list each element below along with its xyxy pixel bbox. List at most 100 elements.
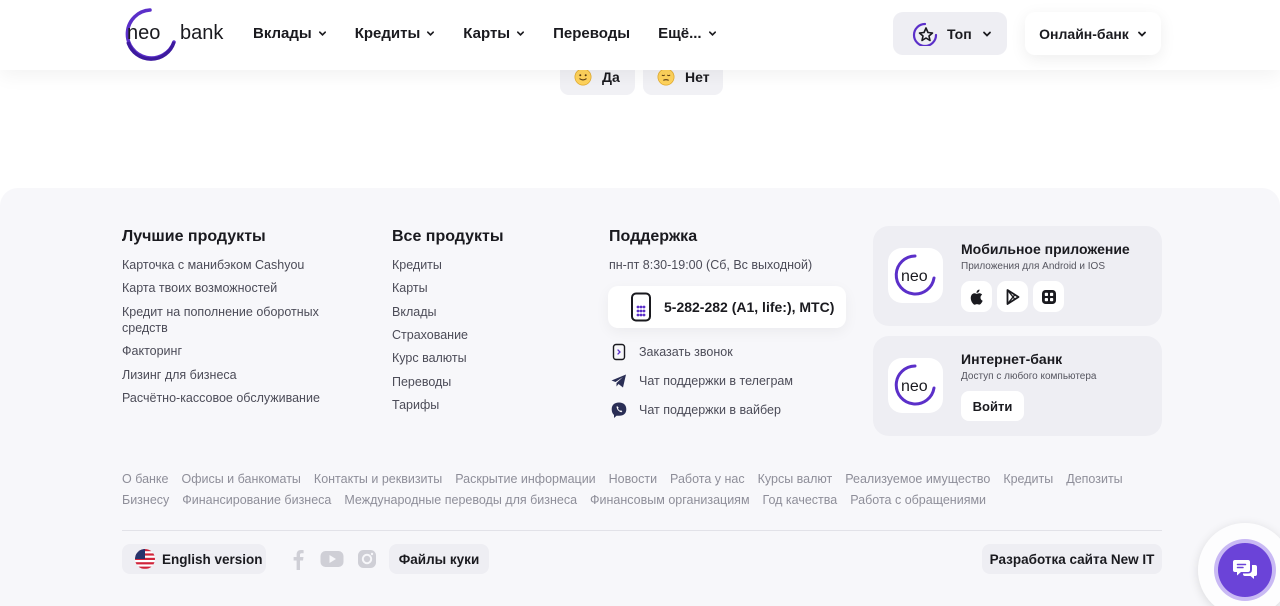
link-opportunity-card[interactable]: Карта твоих возможностей [122, 280, 277, 296]
nav-label: Ещё... [658, 24, 702, 42]
nav-item-transfers[interactable]: Переводы [553, 22, 630, 44]
footer-divider [122, 530, 1162, 531]
top-star-icon [912, 22, 938, 46]
nav-label: Кредиты [354, 24, 421, 42]
mobile-app-card[interactable]: neo Мобильное приложение Приложения для … [873, 226, 1162, 326]
logo-bank-text: bank [180, 22, 224, 44]
google-play-button[interactable] [997, 281, 1028, 312]
neobank-logo[interactable]: neo bank [122, 6, 234, 62]
footer-link[interactable]: Курсы валют [758, 472, 833, 486]
site-header: neo bank Вклады Кредиты Карты Переводы Е… [0, 0, 1280, 70]
internet-bank-subtitle: Доступ с любого компьютера [961, 371, 1097, 382]
nav-label: Карты [463, 24, 511, 42]
apple-store-button[interactable] [961, 281, 992, 312]
footer-link[interactable]: Год качества [763, 493, 838, 507]
footer-link[interactable]: Бизнесу [122, 493, 169, 507]
footer-link[interactable]: Новости [609, 472, 657, 486]
link-working-capital-credit[interactable]: Кредит на пополнение оборотных [122, 304, 319, 320]
callback-label: Заказать звонок [639, 345, 733, 359]
footer-link[interactable]: Международные переводы для бизнеса [344, 493, 577, 507]
nav-item-deposits[interactable]: Вклады [253, 22, 327, 44]
mobile-app-title: Мобильное приложение [961, 241, 1130, 257]
internet-bank-card[interactable]: neo Интернет-банк Доступ с любого компью… [873, 336, 1162, 436]
chevron-down-icon [1137, 31, 1146, 37]
footer-link[interactable]: Кредиты [1003, 472, 1053, 486]
nav-item-more[interactable]: Ещё... [658, 22, 717, 44]
facebook-icon [293, 550, 304, 570]
support-title: Поддержка [609, 228, 698, 245]
chevron-down-icon [982, 31, 991, 37]
chevron-down-icon [318, 30, 326, 36]
footer-link[interactable]: Финансирование бизнеса [182, 493, 331, 507]
phone-number: 5-282-282 (A1, life:), МТС) [664, 299, 835, 315]
footer-link[interactable]: Финансовым организациям [590, 493, 750, 507]
phone-number-card[interactable]: 5-282-282 (A1, life:), МТС) [608, 286, 846, 328]
instagram-link[interactable] [355, 547, 379, 571]
link-factoring[interactable]: Факторинг [122, 343, 182, 359]
callback-phone-icon [612, 343, 626, 361]
english-version-button[interactable]: English version [122, 544, 266, 574]
mobile-app-subtitle: Приложения для Android и IOS [961, 261, 1105, 272]
link-working-capital-credit-2[interactable]: средств [122, 320, 168, 336]
link-exchange-rate[interactable]: Курс валюты [392, 350, 467, 366]
main-nav: Вклады Кредиты Карты Переводы Ещё... [253, 22, 745, 44]
facebook-link[interactable] [286, 547, 310, 571]
nav-item-cards[interactable]: Карты [463, 22, 525, 44]
footer-links-row-1: О банке Офисы и банкоматы Контакты и рек… [122, 472, 1162, 486]
footer-link[interactable]: Офисы и банкоматы [181, 472, 300, 486]
youtube-link[interactable] [319, 547, 345, 571]
viber-icon [611, 402, 627, 418]
link-business-leasing[interactable]: Лизинг для бизнеса [122, 367, 237, 383]
footer-link[interactable]: Депозиты [1066, 472, 1122, 486]
phone-icon [631, 292, 651, 322]
nav-label: Переводы [553, 24, 631, 42]
nav-label: Вклады [253, 24, 312, 42]
neo-bank-logo: neo [888, 358, 943, 413]
telegram-icon [611, 374, 626, 388]
footer-link[interactable]: Работа с обращениями [850, 493, 986, 507]
footer-links-row-2: Бизнесу Финансирование бизнеса Междунаро… [122, 493, 1162, 507]
link-transfers[interactable]: Переводы [392, 374, 451, 390]
support-hours: пн-пт 8:30-19:00 (Сб, Вс выходной) [609, 258, 813, 272]
footer-link[interactable]: Работа у нас [670, 472, 745, 486]
telegram-link[interactable]: Чат поддержки в телеграм [610, 372, 793, 390]
online-bank-label: Онлайн-банк [1039, 25, 1129, 42]
bank-logo-text: neo [901, 378, 928, 395]
login-button[interactable]: Войти [961, 391, 1024, 421]
cookies-button[interactable]: Файлы куки [389, 544, 489, 574]
smile-emoji-icon [574, 68, 592, 85]
apple-icon [970, 289, 983, 305]
online-bank-button[interactable]: Онлайн-банк [1025, 12, 1161, 55]
chat-icon [1233, 560, 1257, 579]
footer-link[interactable]: Раскрытие информации [455, 472, 595, 486]
link-insurance[interactable]: Страхование [392, 327, 468, 343]
app-gallery-button[interactable] [1033, 281, 1064, 312]
feedback-no-label: Нет [685, 68, 710, 85]
telegram-label: Чат поддержки в телеграм [639, 374, 793, 388]
top-button[interactable]: Топ [893, 12, 1007, 55]
footer-link[interactable]: Реализуемое имущество [845, 472, 990, 486]
link-cash-services[interactable]: Расчётно-кассовое обслуживание [122, 390, 320, 406]
neo-app-logo: neo [888, 248, 943, 303]
link-tariffs[interactable]: Тарифы [392, 397, 439, 413]
instagram-icon [358, 550, 376, 568]
nav-item-credits[interactable]: Кредиты [355, 22, 436, 44]
link-deposits[interactable]: Вклады [392, 304, 436, 320]
viber-link[interactable]: Чат поддержки в вайбер [610, 401, 781, 419]
app-gallery-icon [1041, 289, 1056, 304]
footer-link[interactable]: Контакты и реквизиты [314, 472, 442, 486]
link-cashyou-card[interactable]: Карточка с манибэком Cashyou [122, 257, 304, 273]
callback-link[interactable]: Заказать звонок [610, 343, 733, 361]
all-products-title: Все продукты [392, 228, 504, 245]
top-label: Топ [947, 25, 972, 42]
google-play-icon [1006, 288, 1019, 305]
internet-bank-title: Интернет-банк [961, 351, 1063, 367]
chevron-down-icon [427, 30, 435, 36]
viber-label: Чат поддержки в вайбер [639, 403, 781, 417]
developer-link[interactable]: Разработка сайта New IT [982, 544, 1162, 574]
english-version-label: English version [162, 551, 263, 567]
chat-button-inner [1218, 543, 1272, 597]
link-cards[interactable]: Карты [392, 280, 428, 296]
link-credits[interactable]: Кредиты [392, 257, 442, 273]
footer-link[interactable]: О банке [122, 472, 168, 486]
